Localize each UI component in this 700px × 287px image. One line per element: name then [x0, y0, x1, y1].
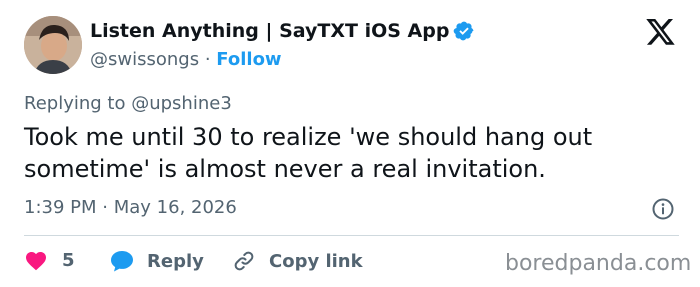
reply-target-handle[interactable]: @upshine3 [131, 93, 232, 114]
avatar[interactable] [24, 16, 82, 74]
watermark: boredpanda.com [505, 251, 692, 276]
copy-link-label: Copy link [269, 250, 363, 272]
link-icon [231, 249, 257, 273]
follow-button[interactable]: Follow [216, 49, 281, 70]
author-name-row: Listen Anything | SayTXT iOS App [90, 20, 475, 42]
reply-button[interactable]: Reply [109, 249, 204, 273]
reply-context-prefix: Replying to [24, 93, 126, 114]
copy-link-button[interactable]: Copy link [231, 249, 363, 273]
heart-icon [24, 249, 48, 271]
x-logo-icon[interactable] [646, 19, 676, 46]
info-icon[interactable] [651, 197, 675, 221]
author-handle-row: @swissongs · Follow [90, 49, 282, 70]
tweet-text: Took me until 30 to realize 'we should h… [24, 123, 593, 183]
reply-context: Replying to @upshine3 [24, 93, 232, 114]
avatar-image [24, 16, 82, 74]
like-button[interactable]: 5 [24, 249, 75, 271]
author-handle[interactable]: @swissongs [90, 49, 199, 70]
verified-badge-icon [453, 20, 475, 42]
divider [24, 235, 679, 236]
author-name[interactable]: Listen Anything | SayTXT iOS App [90, 20, 449, 42]
tweet-timestamp[interactable]: 1:39 PM · May 16, 2026 [24, 197, 237, 218]
timestamp-separator: · [102, 197, 108, 218]
tweet-date: May 16, 2026 [113, 197, 237, 218]
reply-label: Reply [147, 250, 204, 272]
tweet-time: 1:39 PM [24, 197, 97, 218]
like-count: 5 [62, 249, 75, 271]
handle-separator: · [204, 49, 211, 70]
speech-bubble-icon [109, 249, 135, 273]
